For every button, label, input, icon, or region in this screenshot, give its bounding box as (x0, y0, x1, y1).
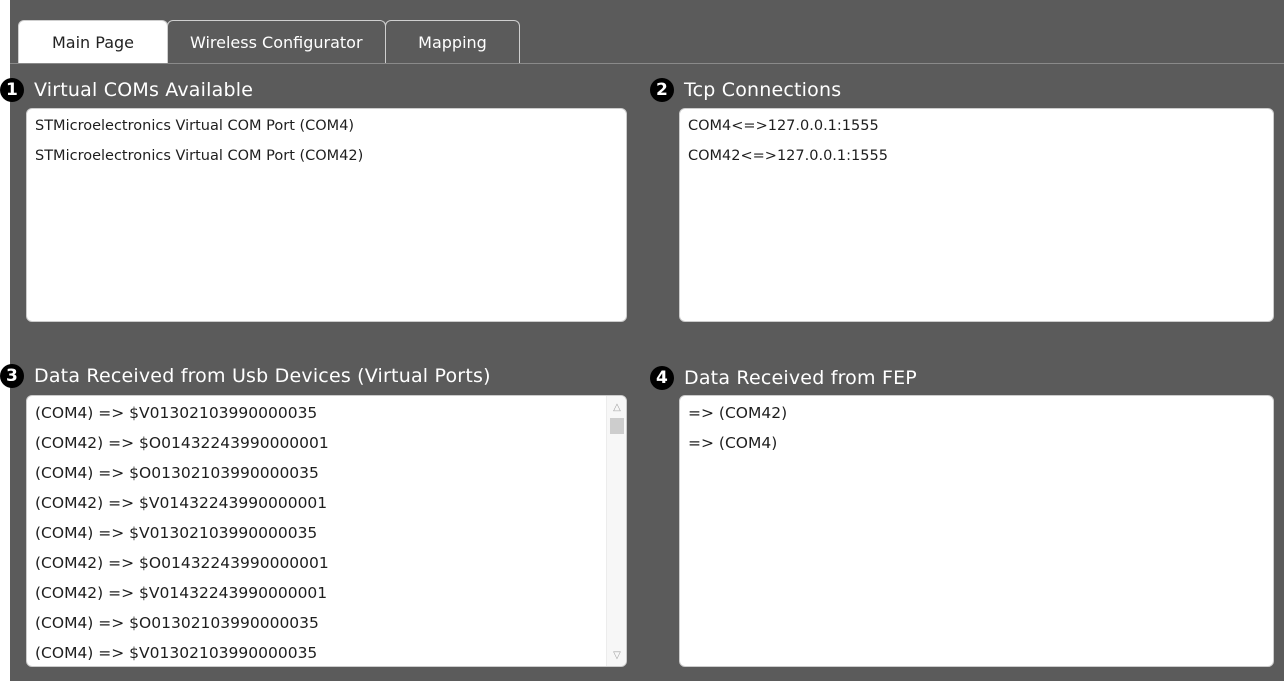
step-badge: 4 (650, 366, 674, 390)
log-row[interactable]: => (COM4) (680, 428, 1273, 458)
list-item[interactable]: STMicroelectronics Virtual COM Port (COM… (27, 111, 626, 141)
tcp-connections-header: 2 Tcp Connections (650, 78, 841, 102)
tcp-connections-title: Tcp Connections (684, 79, 842, 101)
step-badge: 2 (650, 78, 674, 102)
log-row[interactable]: (COM42) => $O01432243990000001 (27, 428, 606, 458)
vertical-scrollbar[interactable]: △ ▽ (606, 396, 626, 666)
usb-data-log[interactable]: (COM4) => $V01302103990000035 (COM42) =>… (26, 395, 627, 667)
scroll-thumb[interactable] (610, 418, 624, 434)
virtual-coms-header: 1 Virtual COMs Available (0, 78, 253, 102)
app-window: Main Page Wireless Configurator Mapping … (0, 0, 1284, 681)
list-item[interactable]: COM4<=>127.0.0.1:1555 (680, 111, 1273, 141)
tcp-connections-list[interactable]: COM4<=>127.0.0.1:1555 COM42<=>127.0.0.1:… (679, 108, 1274, 322)
log-row[interactable]: => (COM42) (680, 398, 1273, 428)
scroll-up-icon[interactable]: △ (607, 398, 626, 416)
virtual-coms-title: Virtual COMs Available (34, 79, 254, 101)
log-row[interactable]: (COM4) => $O01302103990000035 (27, 458, 606, 488)
fep-data-header: 4 Data Received from FEP (650, 366, 917, 390)
list-item[interactable]: STMicroelectronics Virtual COM Port (COM… (27, 141, 626, 171)
step-badge: 3 (0, 364, 24, 388)
log-row[interactable]: (COM4) => $O01302103990000035 (27, 608, 606, 638)
log-row[interactable]: (COM42) => $V01432243990000001 (27, 488, 606, 518)
usb-data-title: Data Received from Usb Devices (Virtual … (34, 365, 491, 387)
fep-data-title: Data Received from FEP (684, 367, 917, 389)
tab-mapping[interactable]: Mapping (385, 20, 520, 64)
tab-divider (10, 63, 1284, 64)
fep-data-log[interactable]: => (COM42) => (COM4) (679, 395, 1274, 667)
step-badge: 1 (0, 78, 24, 102)
scroll-down-icon[interactable]: ▽ (607, 646, 626, 664)
log-row[interactable]: (COM4) => $V01302103990000035 (27, 398, 606, 428)
log-row[interactable]: (COM42) => $O01432243990000001 (27, 548, 606, 578)
tab-wireless-configurator[interactable]: Wireless Configurator (167, 20, 386, 64)
log-row[interactable]: (COM4) => $V01302103990000035 (27, 518, 606, 548)
tab-main-page[interactable]: Main Page (18, 20, 168, 64)
list-item[interactable]: COM42<=>127.0.0.1:1555 (680, 141, 1273, 171)
log-row[interactable]: (COM42) => $V01432243990000001 (27, 578, 606, 608)
virtual-coms-list[interactable]: STMicroelectronics Virtual COM Port (COM… (26, 108, 627, 322)
tab-bar: Main Page Wireless Configurator Mapping (18, 20, 520, 64)
log-row[interactable]: (COM4) => $V01302103990000035 (27, 638, 606, 666)
usb-data-header: 3 Data Received from Usb Devices (Virtua… (0, 364, 491, 388)
